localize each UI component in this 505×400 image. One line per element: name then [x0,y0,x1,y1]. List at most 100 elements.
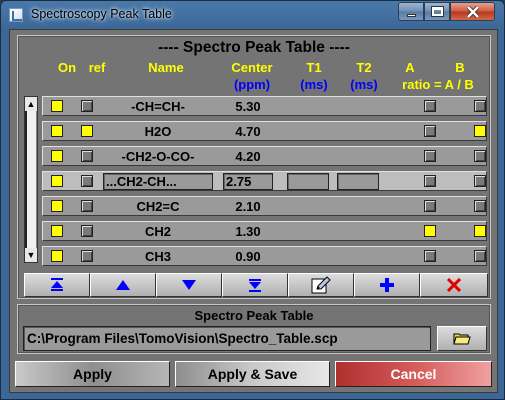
peak-name: -CH=CH- [131,99,185,114]
b-checkbox[interactable] [474,150,486,162]
on-checkbox[interactable] [51,250,63,262]
browse-button[interactable] [437,326,487,351]
ref-checkbox[interactable] [81,225,93,237]
b-checkbox[interactable] [474,125,486,137]
peak-table-panel: ---- Spectro Peak Table ---- On ref Name… [17,35,491,299]
maximize-icon [430,6,444,17]
move-up-button[interactable] [90,273,156,297]
folder-icon [453,333,471,345]
window-title: Spectroscopy Peak Table [31,7,172,21]
on-checkbox[interactable] [51,100,63,112]
title-bar[interactable]: Spectroscopy Peak Table [1,1,504,29]
panel-title: ---- Spectro Peak Table ---- [158,39,350,56]
b-checkbox[interactable] [474,100,486,112]
edit-button[interactable] [288,273,354,297]
table-row[interactable]: CH3 0.90 [42,246,487,266]
peak-name: CH3 [144,249,171,264]
header-b: B [455,60,465,75]
close-button[interactable] [450,2,495,21]
on-checkbox[interactable] [51,200,63,212]
header-ratio: ratio = A / B [402,77,474,92]
apply-button[interactable]: Apply [15,361,170,387]
move-top-icon [51,278,63,291]
a-checkbox[interactable] [424,200,436,212]
table-row[interactable]: CH2=C 2.10 [42,196,487,216]
move-down-button[interactable] [156,273,222,297]
b-checkbox[interactable] [474,200,486,212]
peak-center: 1.30 [235,224,261,239]
dialog-body: ---- Spectro Peak Table ---- On ref Name… [9,29,498,393]
header-name: Name [148,60,184,75]
peak-center: 4.20 [235,149,261,164]
table-row[interactable]: -CH=CH- 5.30 [42,96,487,116]
header-t2: T2 [356,60,372,75]
app-icon [9,8,23,22]
ref-checkbox[interactable] [81,250,93,262]
ref-checkbox[interactable] [81,175,93,187]
cancel-button[interactable]: Cancel [335,361,492,387]
add-icon [380,278,394,292]
ref-checkbox[interactable] [81,150,93,162]
table-row[interactable]: CH2 1.30 [42,221,487,241]
header-t1-unit: (ms) [300,77,328,92]
peak-center: 5.30 [235,99,261,114]
ref-checkbox[interactable] [81,100,93,112]
peak-center: 0.90 [235,249,261,264]
vertical-scrollbar[interactable]: ▲ ▼ [24,96,38,263]
edit-icon [311,276,331,294]
on-checkbox[interactable] [51,225,63,237]
a-checkbox[interactable] [424,125,436,137]
ref-checkbox[interactable] [81,125,93,137]
ref-checkbox[interactable] [81,200,93,212]
a-checkbox[interactable] [424,225,436,237]
table-toolbar [24,273,488,297]
a-checkbox[interactable] [424,250,436,262]
name-input[interactable]: ...CH2-CH... [103,173,213,190]
peak-center: 4.70 [235,124,261,139]
header-on: On [57,60,77,75]
header-ref: ref [88,60,106,75]
b-checkbox[interactable] [474,175,486,187]
header-center-unit: (ppm) [233,77,271,92]
peak-center: 2.10 [235,199,261,214]
minimize-icon [406,13,416,17]
peak-name: CH2 [144,224,171,239]
file-path-field[interactable]: C:\Program Files\TomoVision\Spectro_Tabl… [23,326,431,351]
delete-button[interactable] [420,273,488,297]
scroll-down-arrow-icon[interactable]: ▼ [25,248,37,262]
maximize-button[interactable] [424,2,450,21]
move-down-icon [182,280,196,290]
on-checkbox[interactable] [51,125,63,137]
center-input[interactable]: 2.75 [223,173,273,190]
header-t1: T1 [306,60,322,75]
a-checkbox[interactable] [424,150,436,162]
scroll-up-arrow-icon[interactable]: ▲ [25,97,37,111]
peak-name: -CH2-O-CO- [121,149,195,164]
scroll-thumb[interactable] [25,111,37,248]
header-a: A [405,60,415,75]
add-button[interactable] [354,273,420,297]
header-t2-unit: (ms) [350,77,378,92]
t2-input[interactable] [337,173,379,190]
header-center: Center [231,60,273,75]
a-checkbox[interactable] [424,175,436,187]
file-panel-title: Spectro Peak Table [194,308,314,323]
close-icon [466,5,479,18]
table-row[interactable]: H2O 4.70 [42,121,487,141]
table-row[interactable]: ...CH2-CH... 2.75 [42,171,487,191]
t1-input[interactable] [287,173,329,190]
move-top-button[interactable] [24,273,90,297]
file-panel: Spectro Peak Table C:\Program Files\Tomo… [17,304,491,354]
peak-name: H2O [144,124,172,139]
move-bottom-button[interactable] [222,273,288,297]
a-checkbox[interactable] [424,100,436,112]
delete-icon [447,278,461,292]
b-checkbox[interactable] [474,250,486,262]
apply-save-button[interactable]: Apply & Save [175,361,330,387]
b-checkbox[interactable] [474,225,486,237]
minimize-button[interactable] [398,2,424,21]
table-row[interactable]: -CH2-O-CO- 4.20 [42,146,487,166]
on-checkbox[interactable] [51,175,63,187]
move-up-icon [116,280,130,290]
on-checkbox[interactable] [51,150,63,162]
